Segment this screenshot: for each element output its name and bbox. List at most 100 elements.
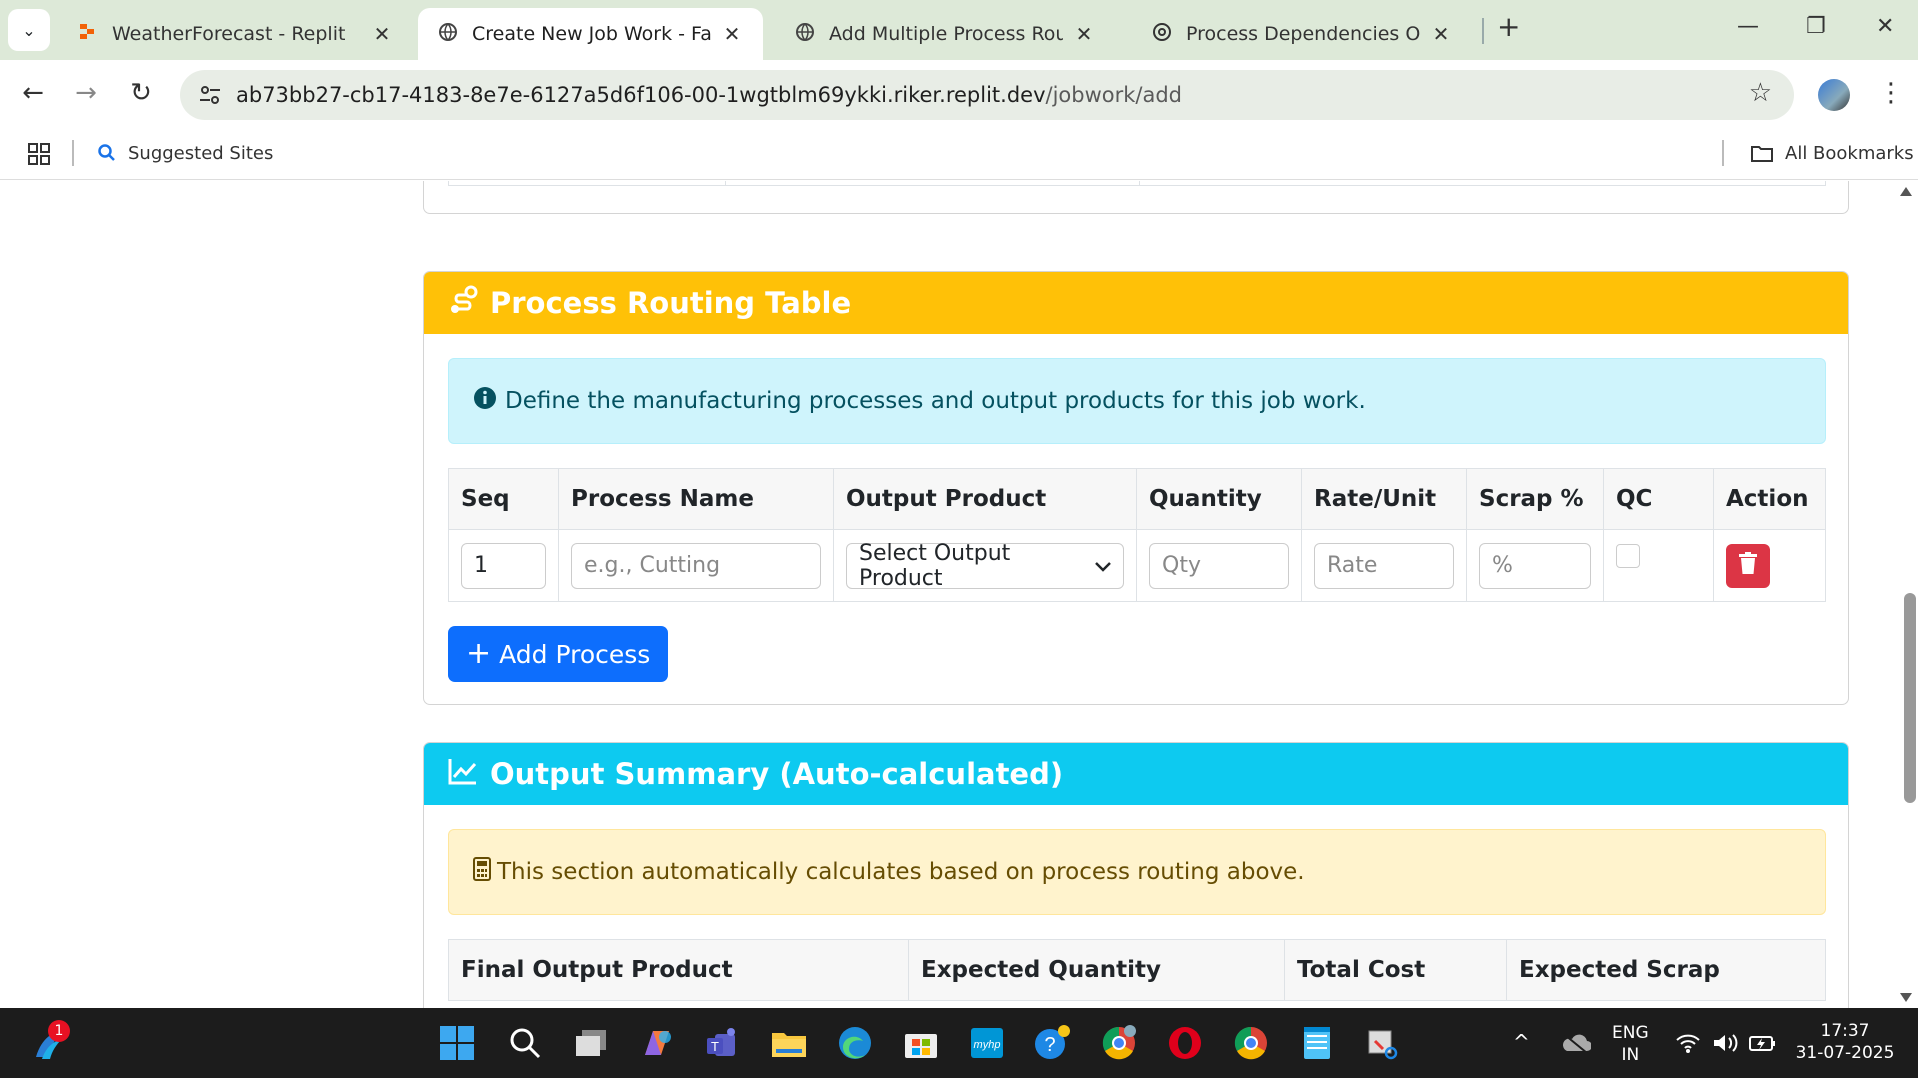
minimize-button[interactable]: — (1737, 14, 1759, 39)
col-quantity: Quantity (1136, 468, 1302, 530)
tab-title: Create New Job Work - Factory (472, 23, 711, 45)
scrap-input[interactable]: % (1479, 542, 1591, 589)
col-total-cost: Total Cost (1284, 939, 1507, 1001)
bookmarks-bar: Suggested Sites All Bookmarks (0, 130, 1918, 180)
chrome-icon[interactable] (1231, 1023, 1271, 1063)
col-rate-unit: Rate/Unit (1301, 468, 1467, 530)
onedrive-icon[interactable] (1556, 1023, 1596, 1063)
svg-text:T: T (711, 1039, 719, 1054)
col-qc: QC (1603, 468, 1714, 530)
process-routing-card: Process Routing Table Define the manufac… (423, 271, 1849, 705)
qc-checkbox[interactable] (1616, 544, 1640, 568)
close-window-button[interactable]: ✕ (1876, 14, 1894, 39)
task-view-icon[interactable] (571, 1023, 611, 1063)
scrollbar-thumb[interactable] (1904, 593, 1916, 803)
output-summary-header: Output Summary (Auto-calculated) (424, 743, 1848, 805)
select-value: Select Output Product (859, 540, 1011, 591)
menu-kebab-icon[interactable]: ⋮ (1878, 78, 1904, 108)
windows-start-icon[interactable] (437, 1023, 477, 1063)
bookmarks-divider (72, 140, 74, 166)
search-icon[interactable] (505, 1023, 545, 1063)
notepad-icon[interactable] (1297, 1023, 1337, 1063)
line-chart-icon (448, 757, 478, 792)
delete-process-button[interactable] (1726, 543, 1770, 588)
chrome-profile-icon[interactable] (1099, 1023, 1139, 1063)
globe-icon (795, 22, 815, 47)
tab-weatherforecast[interactable]: WeatherForecast - Replit ✕ (58, 8, 413, 60)
close-icon[interactable]: ✕ (721, 22, 743, 46)
search-icon (97, 143, 117, 168)
teams-icon[interactable]: T (703, 1023, 743, 1063)
page-content: Process Routing Table Define the manufac… (0, 181, 1895, 1008)
apps-grid-icon[interactable] (27, 142, 51, 171)
chevron-up-icon[interactable]: ^ (1513, 1031, 1530, 1053)
edge-icon[interactable] (835, 1023, 875, 1063)
col-final-output-product: Final Output Product (448, 939, 909, 1001)
url-host: ab73bb27-cb17-4183-8e7e-6127a5d6f106-00-… (236, 83, 1046, 107)
all-bookmarks[interactable]: All Bookmarks (1785, 143, 1914, 164)
profile-avatar[interactable] (1818, 79, 1850, 111)
output-product-select[interactable]: Select Output Product (846, 540, 1124, 591)
chevron-down-icon: ⌄ (22, 20, 36, 40)
output-summary-table: Final Output Product Expected Quantity T… (448, 939, 1826, 1001)
opera-icon[interactable] (1165, 1023, 1205, 1063)
file-explorer-icon[interactable] (769, 1023, 809, 1063)
date: 31-07-2025 (1795, 1043, 1895, 1063)
plus-icon: + (466, 636, 492, 671)
close-icon[interactable]: ✕ (1430, 22, 1452, 46)
address-bar[interactable]: ab73bb27-cb17-4183-8e7e-6127a5d6f106-00-… (180, 70, 1794, 120)
col-expected-quantity: Expected Quantity (908, 939, 1285, 1001)
back-icon[interactable]: ← (17, 78, 49, 108)
restore-button[interactable]: ❐ (1806, 14, 1826, 39)
seq-input[interactable]: 1 (461, 542, 546, 589)
lang-code: ENG (1612, 1023, 1649, 1043)
tab-add-multiple-process[interactable]: Add Multiple Process Routing - ✕ (775, 8, 1115, 60)
volume-icon[interactable] (1706, 1023, 1746, 1063)
scroll-down-arrow[interactable] (1900, 993, 1912, 1002)
tab-create-job-work[interactable]: Create New Job Work - Factory ✕ (418, 8, 763, 60)
previous-table-bottom (448, 181, 1826, 186)
notification-badge: 1 (48, 1020, 70, 1042)
warning-alert: This section automatically calculates ba… (448, 829, 1826, 915)
bookmark-star-icon[interactable]: ☆ (1749, 78, 1772, 108)
tab-title: Process Dependencies Overview (1186, 23, 1420, 45)
help-icon[interactable]: ? (1033, 1023, 1073, 1063)
clock[interactable]: 17:37 31-07-2025 (1790, 1020, 1900, 1064)
table-header-row: Seq Process Name Output Product Quantity… (448, 468, 1826, 530)
tab-search-dropdown[interactable]: ⌄ (8, 9, 50, 51)
site-info-icon[interactable] (198, 83, 222, 112)
snipping-tool-icon[interactable] (1363, 1023, 1403, 1063)
col-action: Action (1713, 468, 1826, 530)
language-indicator[interactable]: ENG IN (1612, 1022, 1649, 1066)
myhp-icon[interactable]: myhp (967, 1023, 1007, 1063)
bookmark-suggested-sites[interactable]: Suggested Sites (128, 143, 273, 164)
battery-icon[interactable] (1742, 1023, 1782, 1063)
scroll-up-arrow[interactable] (1900, 187, 1912, 196)
previous-card (423, 181, 1849, 214)
close-icon[interactable]: ✕ (1073, 22, 1095, 46)
col-output-product: Output Product (833, 468, 1137, 530)
tab-process-dependencies[interactable]: Process Dependencies Overview ✕ (1132, 8, 1472, 60)
info-circle-icon (473, 386, 497, 416)
copilot-icon[interactable] (637, 1023, 677, 1063)
wifi-icon[interactable] (1668, 1023, 1708, 1063)
chevron-down-icon (1095, 553, 1111, 578)
add-process-button[interactable]: + Add Process (448, 626, 669, 682)
replit-icon (78, 22, 98, 47)
process-name-input[interactable]: e.g., Cutting (571, 542, 821, 589)
info-alert: Define the manufacturing processes and o… (448, 358, 1826, 444)
reload-icon[interactable]: ↻ (125, 78, 157, 108)
store-icon[interactable] (901, 1023, 941, 1063)
region-code: IN (1621, 1045, 1640, 1065)
forward-icon[interactable]: → (70, 78, 102, 108)
trash-icon (1739, 551, 1757, 580)
new-tab-button[interactable]: + (1497, 10, 1520, 43)
output-summary-card: Output Summary (Auto-calculated) This se… (423, 742, 1849, 1008)
info-text: This section automatically calculates ba… (497, 859, 1305, 885)
table-header-row: Final Output Product Expected Quantity T… (448, 939, 1826, 1001)
folder-icon (1750, 143, 1774, 168)
quantity-input[interactable]: Qty (1149, 542, 1289, 589)
tab-separator (1482, 18, 1484, 44)
close-icon[interactable]: ✕ (371, 22, 393, 46)
rate-input[interactable]: Rate (1314, 542, 1454, 589)
